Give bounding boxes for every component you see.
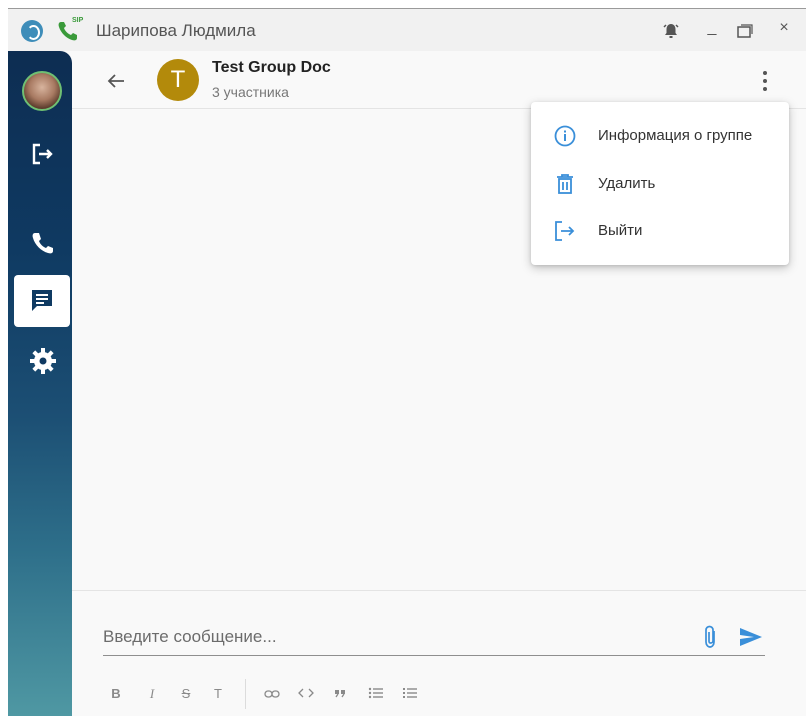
settings-button[interactable] [20, 338, 66, 384]
window-title: Шарипова Людмила [96, 21, 256, 40]
menu-item-delete[interactable]: Удалить [531, 161, 789, 207]
send-icon[interactable] [737, 625, 765, 649]
menu-item-label: Информация о группе [598, 127, 753, 144]
info-icon [554, 125, 576, 147]
link-icon[interactable] [264, 687, 280, 701]
logout-icon [555, 221, 575, 241]
sip-badge: SIP [72, 17, 84, 24]
logout-icon [32, 143, 53, 165]
app-window: SIP Шарипова Людмила _ × T Test Group Do… [0, 0, 806, 716]
title-bar: SIP Шарипова Людмила _ × [8, 9, 806, 51]
message-input[interactable] [103, 620, 693, 654]
message-input-underline [103, 655, 765, 656]
group-members-count: 3 участника [212, 84, 289, 100]
menu-item-label: Выйти [598, 222, 643, 239]
bell-icon[interactable] [662, 22, 680, 40]
minimize-button[interactable]: _ [702, 19, 722, 41]
back-arrow-icon[interactable] [104, 69, 128, 93]
group-options-menu: Информация о группе Удалить Выйти [531, 102, 789, 265]
group-name: Test Group Doc [212, 59, 331, 76]
bold-button[interactable]: B [108, 684, 124, 704]
phone-icon [32, 233, 53, 254]
maximize-button[interactable] [737, 24, 753, 38]
italic-button[interactable]: I [144, 684, 160, 704]
composer-divider [72, 590, 806, 591]
toolbar-separator [245, 679, 246, 709]
user-avatar[interactable] [22, 71, 62, 111]
sidebar [8, 51, 72, 716]
strikethrough-button[interactable]: S [178, 684, 194, 704]
bulleted-list-icon[interactable] [368, 686, 384, 700]
gear-icon [30, 348, 56, 374]
numbered-list-icon[interactable] [402, 686, 418, 700]
calls-button[interactable] [20, 221, 66, 267]
group-avatar[interactable]: T [157, 59, 199, 101]
logout-sidebar-button[interactable] [20, 131, 66, 177]
trash-icon [557, 174, 573, 194]
quote-icon[interactable] [333, 687, 347, 699]
menu-item-label: Удалить [598, 175, 656, 192]
code-icon[interactable] [298, 686, 314, 700]
menu-item-group-info[interactable]: Информация о группе [531, 113, 789, 159]
messages-button[interactable] [14, 275, 70, 327]
more-vert-icon[interactable] [754, 67, 776, 95]
chat-icon [32, 290, 52, 311]
menu-item-leave[interactable]: Выйти [531, 208, 789, 254]
app-logo-icon [21, 20, 43, 42]
close-button[interactable]: × [774, 19, 794, 41]
heading-button[interactable]: T [210, 684, 226, 704]
paperclip-icon[interactable] [700, 624, 722, 650]
